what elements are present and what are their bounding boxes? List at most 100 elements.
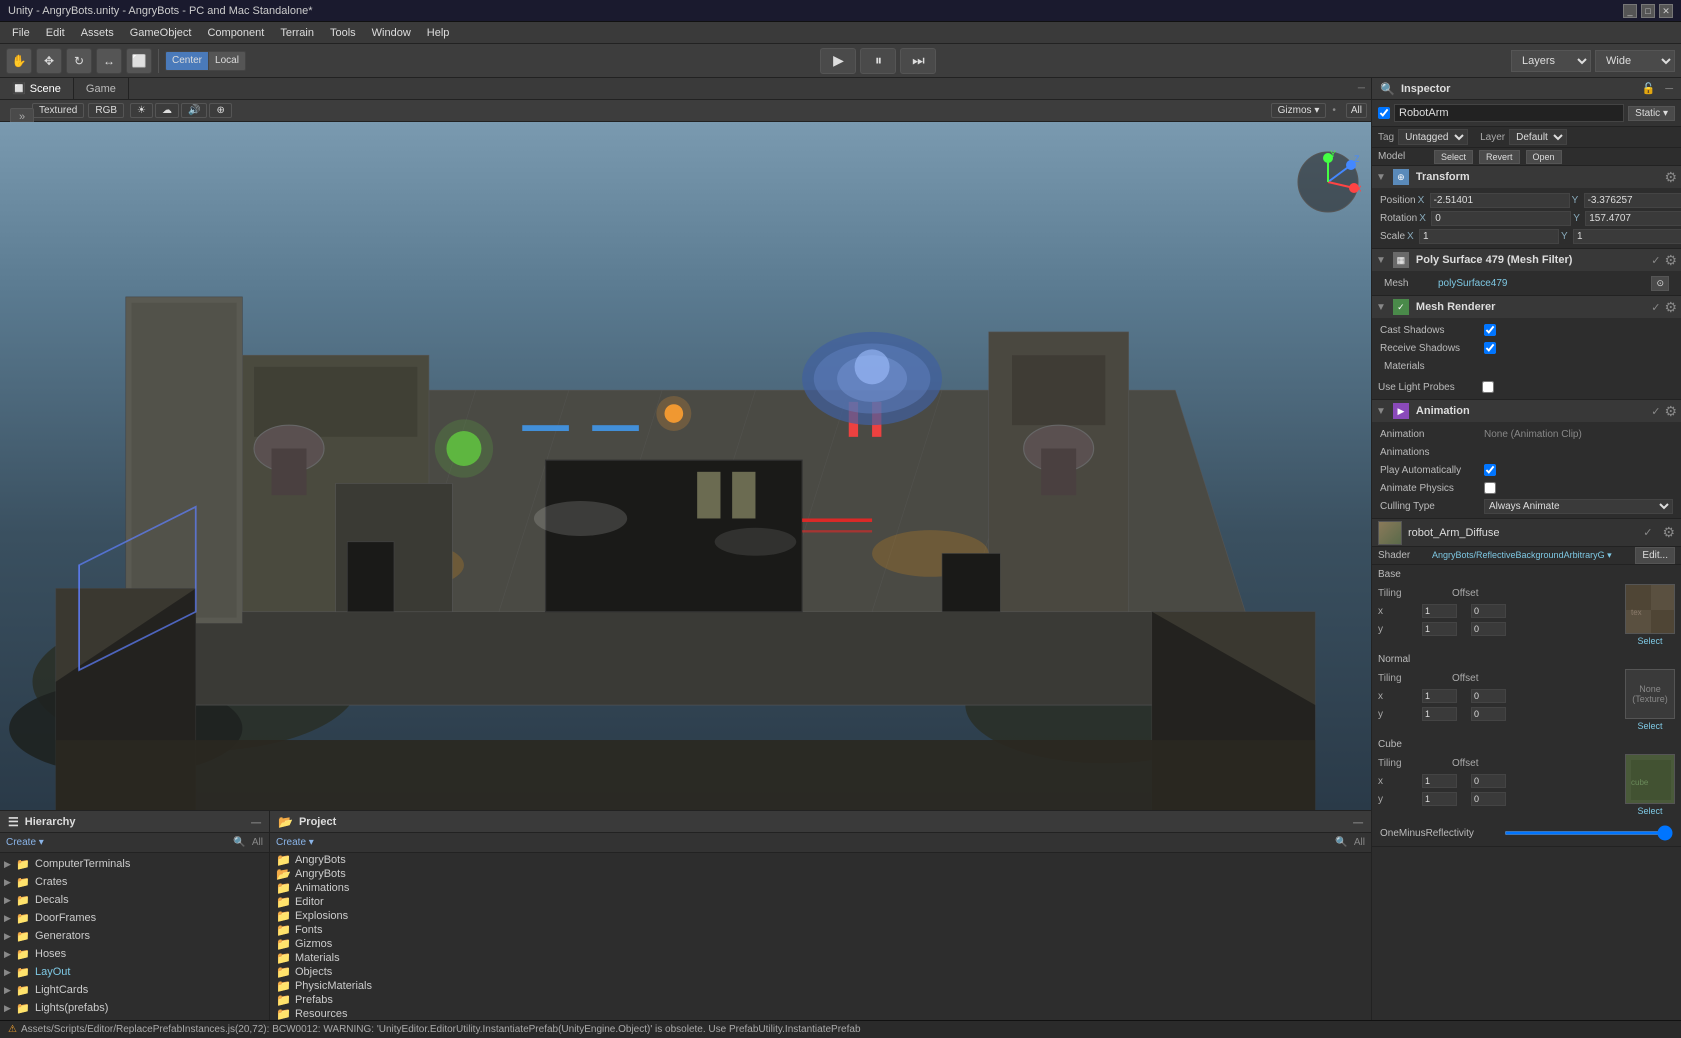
mesh-renderer-enabled[interactable]: ✓ [1651, 301, 1660, 314]
scene-minimize-icon[interactable]: ─ [1358, 83, 1365, 94]
scale-tool[interactable]: ↔ [96, 48, 122, 74]
project-folder-animations[interactable]: 📁 Animations [270, 881, 1371, 895]
base-x-offset[interactable] [1471, 604, 1506, 618]
cube-y-offset[interactable] [1471, 792, 1506, 806]
menu-help[interactable]: Help [419, 25, 458, 41]
hierarchy-item-hoses[interactable]: ▶ 📁 Hoses [0, 945, 269, 963]
position-x-input[interactable] [1430, 193, 1570, 208]
scene-viewport[interactable]: Z X Y [0, 122, 1371, 810]
pause-button[interactable]: ⏸ [860, 48, 896, 74]
layer-select[interactable]: Default [1509, 129, 1567, 145]
hierarchy-item-lightcards[interactable]: ▶ 📁 LightCards [0, 981, 269, 999]
project-folder-angrybots-1[interactable]: 📁 AngryBots [270, 853, 1371, 867]
animation-header[interactable]: ▼ ▶ Animation ✓ ⚙ [1372, 400, 1681, 422]
project-folder-resources[interactable]: 📁 Resources [270, 1007, 1371, 1020]
hierarchy-create-btn[interactable]: Create ▾ [6, 837, 44, 848]
hierarchy-item-computer-terminals[interactable]: ▶ 📁 ComputerTerminals [0, 855, 269, 873]
cube-y-tiling[interactable] [1422, 792, 1457, 806]
gameobject-enabled-checkbox[interactable] [1378, 107, 1390, 119]
scene-opt-4[interactable]: ⊕ [209, 103, 231, 118]
menu-edit[interactable]: Edit [38, 25, 73, 41]
normal-y-offset[interactable] [1471, 707, 1506, 721]
play-button[interactable]: ▶ [820, 48, 856, 74]
hierarchy-item-layout[interactable]: ▶ 📁 LayOut [0, 963, 269, 981]
base-texture-thumb[interactable]: tex [1625, 584, 1675, 634]
play-auto-checkbox[interactable] [1484, 464, 1496, 476]
hierarchy-item-decals[interactable]: ▶ 📁 Decals [0, 891, 269, 909]
hierarchy-item-lights[interactable]: ▶ 📁 Lights(prefabs) [0, 999, 269, 1017]
model-open-btn[interactable]: Open [1526, 150, 1562, 164]
project-folder-materials[interactable]: 📁 Materials [270, 951, 1371, 965]
center-btn[interactable]: Center [166, 52, 209, 70]
project-folder-prefabs[interactable]: 📁 Prefabs [270, 993, 1371, 1007]
scene-opt-1[interactable]: ☀ [130, 103, 153, 118]
gameobject-name-input[interactable] [1394, 104, 1624, 122]
project-folder-gizmos[interactable]: 📁 Gizmos [270, 937, 1371, 951]
menu-component[interactable]: Component [199, 25, 272, 41]
hierarchy-item-crates[interactable]: ▶ 📁 Crates [0, 873, 269, 891]
menu-file[interactable]: File [4, 25, 38, 41]
normal-y-tiling[interactable] [1422, 707, 1457, 721]
base-y-offset[interactable] [1471, 622, 1506, 636]
step-button[interactable]: ⏭ [900, 48, 936, 74]
normal-x-offset[interactable] [1471, 689, 1506, 703]
scene-opt-3[interactable]: 🔊 [181, 103, 207, 118]
rotation-x-input[interactable] [1431, 211, 1571, 226]
mesh-filter-header[interactable]: ▼ ▦ Poly Surface 479 (Mesh Filter) ✓ ⚙ [1372, 249, 1681, 271]
menu-window[interactable]: Window [364, 25, 419, 41]
base-select-btn[interactable]: Select [1625, 636, 1675, 646]
rotation-y-input[interactable] [1585, 211, 1681, 226]
project-folder-physicmaterials[interactable]: 📁 PhysicMaterials [270, 979, 1371, 993]
tab-scene[interactable]: 🔲 Scene [0, 78, 74, 99]
model-revert-btn[interactable]: Revert [1479, 150, 1520, 164]
material-enabled[interactable]: ✓ [1643, 526, 1652, 539]
menu-tools[interactable]: Tools [322, 25, 364, 41]
position-y-input[interactable] [1584, 193, 1681, 208]
animate-physics-checkbox[interactable] [1484, 482, 1496, 494]
transform-settings[interactable]: ⚙ [1664, 169, 1677, 186]
model-select-btn[interactable]: Select [1434, 150, 1473, 164]
close-button[interactable]: ✕ [1659, 4, 1673, 18]
transform-header[interactable]: ▼ ⊕ Transform ⚙ [1372, 166, 1681, 188]
animation-settings[interactable]: ⚙ [1664, 403, 1677, 420]
cube-texture-thumb[interactable]: cube [1625, 754, 1675, 804]
project-minimize[interactable]: ─ [1353, 814, 1363, 830]
cube-x-tiling[interactable] [1422, 774, 1457, 788]
menu-assets[interactable]: Assets [73, 25, 122, 41]
normal-select-btn[interactable]: Select [1625, 721, 1675, 731]
normal-texture-thumb[interactable]: None (Texture) [1625, 669, 1675, 719]
layers-dropdown[interactable]: Layers [1511, 50, 1591, 72]
scene-opt-2[interactable]: ☁ [155, 103, 179, 118]
scale-y-input[interactable] [1573, 229, 1681, 244]
receive-shadows-checkbox[interactable] [1484, 342, 1496, 354]
one-minus-slider[interactable] [1504, 831, 1673, 835]
mesh-filter-enabled[interactable]: ✓ [1651, 254, 1660, 267]
use-light-probes-checkbox[interactable] [1482, 381, 1494, 393]
scale-x-input[interactable] [1419, 229, 1559, 244]
project-create-btn[interactable]: Create ▾ [276, 837, 314, 848]
project-folder-fonts[interactable]: 📁 Fonts [270, 923, 1371, 937]
cube-x-offset[interactable] [1471, 774, 1506, 788]
layout-dropdown[interactable]: Wide [1595, 50, 1675, 72]
hierarchy-minimize[interactable]: ─ [251, 814, 261, 830]
base-y-tiling[interactable] [1422, 622, 1457, 636]
material-edit-btn[interactable]: Edit... [1635, 547, 1675, 564]
project-folder-explosions[interactable]: 📁 Explosions [270, 909, 1371, 923]
local-btn[interactable]: Local [209, 52, 245, 70]
material-settings[interactable]: ⚙ [1662, 524, 1675, 541]
hierarchy-item-doorframes[interactable]: ▶ 📁 DoorFrames [0, 909, 269, 927]
tab-game[interactable]: Game [74, 78, 129, 99]
animation-enabled[interactable]: ✓ [1651, 405, 1660, 418]
move-tool[interactable]: ✥ [36, 48, 62, 74]
cube-select-btn[interactable]: Select [1625, 806, 1675, 816]
hand-tool[interactable]: ✋ [6, 48, 32, 74]
cast-shadows-checkbox[interactable] [1484, 324, 1496, 336]
mesh-select-btn[interactable]: ⊙ [1651, 276, 1669, 291]
lock-icon[interactable]: 🔓 [1642, 82, 1656, 95]
gizmos-btn[interactable]: Gizmos ▾ [1271, 103, 1327, 118]
base-x-tiling[interactable] [1422, 604, 1457, 618]
view-mode-btn[interactable]: Textured [32, 103, 84, 118]
hierarchy-item-generators[interactable]: ▶ 📁 Generators [0, 927, 269, 945]
color-space-btn[interactable]: RGB [88, 103, 124, 118]
mesh-renderer-header[interactable]: ▼ ✓ Mesh Renderer ✓ ⚙ [1372, 296, 1681, 318]
